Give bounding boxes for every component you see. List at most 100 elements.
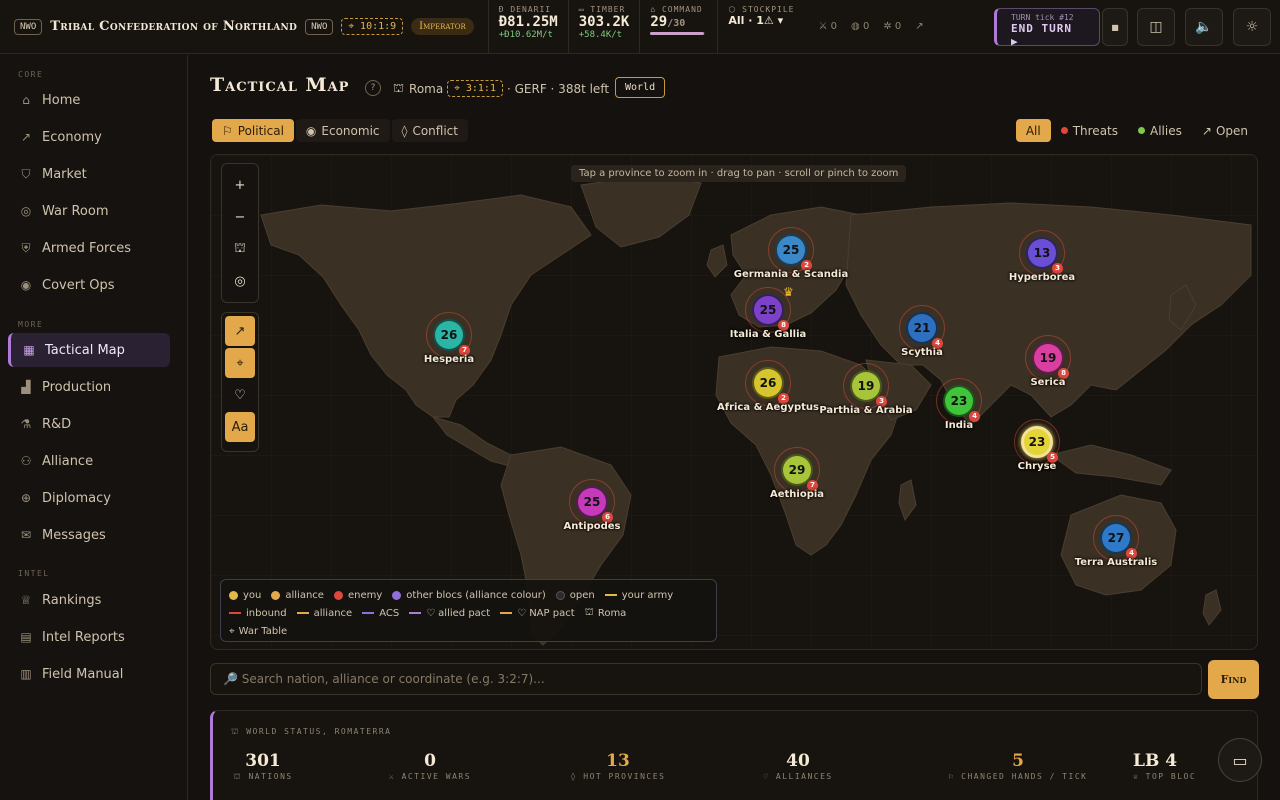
theme-button[interactable]: ☼ bbox=[1233, 8, 1271, 46]
zoom-out-button[interactable]: − bbox=[225, 202, 255, 232]
sidebar-item-label: R&D bbox=[42, 416, 72, 432]
tab-economic[interactable]: ◉ Economic bbox=[295, 119, 390, 142]
sidebar-item-market[interactable]: ⛉ Market bbox=[8, 157, 170, 191]
denarii-income: +Ð10.62M/t bbox=[498, 29, 553, 40]
stat-label: ⛫ NATIONS bbox=[188, 772, 338, 782]
province-name[interactable]: Antipodes bbox=[522, 521, 662, 532]
spies-counter[interactable]: ◍ 0 bbox=[851, 21, 869, 32]
sound-button[interactable]: 🔈 bbox=[1185, 8, 1223, 46]
turn-tick: TURN tick #12 bbox=[1011, 13, 1074, 22]
locate-button[interactable]: ◎ bbox=[225, 266, 255, 296]
stockpile-label-text: STOCKPILE bbox=[742, 4, 795, 14]
province-name[interactable]: India bbox=[889, 420, 1029, 431]
end-turn-label: END TURN ▶ bbox=[1011, 22, 1072, 48]
sidebar-item-messages[interactable]: ✉ Messages bbox=[8, 518, 170, 552]
layout-button[interactable]: ◫ bbox=[1137, 8, 1175, 46]
timber-resource[interactable]: ▭ TIMBER 303.2K +58.4K/t bbox=[567, 0, 640, 54]
legend-allied-pact: ♡ allied pact bbox=[409, 608, 490, 619]
denarii-resource[interactable]: Ð DENARII Ð81.25M +Ð10.62M/t bbox=[487, 0, 568, 54]
minus-icon: − bbox=[234, 209, 246, 225]
legend-swatch bbox=[555, 590, 565, 600]
markers-toggle[interactable]: ⌖ bbox=[225, 348, 255, 378]
nation-name: Tribal Confederation of Northland bbox=[50, 19, 298, 34]
alliance-tag[interactable]: NWO bbox=[305, 18, 334, 35]
province-name[interactable]: Serica bbox=[978, 377, 1118, 388]
sidebar-item-label: Diplomacy bbox=[42, 490, 111, 506]
sidebar-item-intel-reports[interactable]: ▤ Intel Reports bbox=[8, 620, 170, 654]
pacts-toggle[interactable]: ♡ bbox=[225, 380, 255, 410]
sidebar-item-label: Economy bbox=[42, 129, 102, 145]
province-name[interactable]: Parthia & Arabia bbox=[796, 405, 936, 416]
attacks-counter[interactable]: ⚔ 0 bbox=[819, 21, 838, 32]
army-routes-toggle[interactable]: ↗ bbox=[225, 316, 255, 346]
capital-name[interactable]: Roma bbox=[409, 82, 443, 96]
shield-icon: ⛨ bbox=[21, 240, 31, 255]
home-coord[interactable]: ⌖ 10:1:9 bbox=[341, 18, 404, 35]
legend-inbound: inbound bbox=[229, 608, 287, 619]
sidebar-item-rankings[interactable]: ♕ Rankings bbox=[8, 583, 170, 617]
capital-coord[interactable]: ⌖ 3:1:1 bbox=[447, 80, 503, 97]
legend-label: open bbox=[569, 589, 595, 601]
sidebar-item-rnd[interactable]: ⚗ R&D bbox=[8, 407, 170, 441]
sidebar-item-tactical-map[interactable]: ▦ Tactical Map bbox=[8, 333, 170, 367]
sidebar-item-covert-ops[interactable]: ◉ Covert Ops bbox=[8, 268, 170, 302]
sidebar-item-war-room[interactable]: ◎ War Room bbox=[8, 194, 170, 228]
end-turn-button[interactable]: TURN tick #12 END TURN ▶ bbox=[994, 8, 1100, 48]
labels-toggle[interactable]: Aa bbox=[225, 412, 255, 442]
tab-political[interactable]: ⚐ Political bbox=[212, 119, 294, 142]
handshake-icon: ♡ bbox=[763, 772, 770, 781]
outbound-icon[interactable]: ↗ bbox=[915, 21, 923, 32]
zoom-in-button[interactable]: + bbox=[225, 170, 255, 200]
province-name[interactable]: Hesperia bbox=[379, 354, 519, 365]
sidebar-item-production[interactable]: ▟ Production bbox=[8, 370, 170, 404]
sidebar-item-armed-forces[interactable]: ⛨ Armed Forces bbox=[8, 231, 170, 265]
world-button[interactable]: World bbox=[615, 77, 666, 98]
turn-menu-button[interactable]: ■ bbox=[1102, 8, 1128, 46]
tab-label: Conflict bbox=[412, 123, 458, 138]
legend-enemy: enemy bbox=[333, 590, 382, 601]
help-button[interactable]: ? bbox=[365, 80, 381, 96]
filter-all[interactable]: All bbox=[1015, 119, 1051, 142]
find-button[interactable]: Find bbox=[1208, 660, 1259, 699]
chat-icon: ▭ bbox=[1232, 750, 1248, 770]
legend-swatch bbox=[500, 612, 513, 614]
sidebar-item-field-manual[interactable]: ▥ Field Manual bbox=[8, 657, 170, 691]
capital-coord-text: 3:1:1 bbox=[465, 83, 496, 94]
world-map[interactable]: Tap a province to zoom in · drag to pan … bbox=[210, 154, 1258, 650]
alerts-counter[interactable]: ✲ 0 bbox=[883, 21, 901, 32]
arrow-out-icon: ↗ bbox=[1201, 123, 1212, 138]
stat-label: ♡ ALLIANCES bbox=[723, 772, 873, 781]
temple-icon: ⛫ bbox=[393, 80, 405, 95]
sidebar-item-home[interactable]: ⌂ Home bbox=[8, 83, 170, 117]
search-input[interactable] bbox=[223, 672, 1173, 686]
stat-value: 13 bbox=[606, 751, 630, 771]
province-name[interactable]: Scythia bbox=[852, 347, 992, 358]
filter-threats[interactable]: Threats bbox=[1051, 119, 1128, 142]
flame-icon: ◊ bbox=[570, 772, 577, 781]
filter-allies[interactable]: Allies bbox=[1128, 119, 1192, 142]
command-resource[interactable]: ⌂ COMMAND 29/30 bbox=[639, 0, 717, 54]
alerts-count: 0 bbox=[894, 21, 902, 32]
stat-label-text: ALLIANCES bbox=[775, 772, 833, 781]
province-name[interactable]: Italia & Gallia bbox=[698, 329, 838, 340]
province-name[interactable]: Chryse bbox=[967, 461, 1107, 472]
sidebar-item-economy[interactable]: ↗ Economy bbox=[8, 120, 170, 154]
legend-swatch bbox=[229, 612, 241, 614]
province-name[interactable]: Germania & Scandia bbox=[721, 269, 861, 280]
stockpile-resource[interactable]: ⬡ STOCKPILE All · 1⚠ ▾ bbox=[717, 0, 804, 54]
province-name[interactable]: Hyperborea bbox=[972, 272, 1112, 283]
globe-icon: ⊕ bbox=[20, 491, 32, 505]
sidebar-item-alliance[interactable]: ⚇ Alliance bbox=[8, 444, 170, 478]
chat-button[interactable]: ▭ bbox=[1218, 738, 1262, 782]
tab-conflict[interactable]: ◊ Conflict bbox=[391, 119, 468, 142]
sidebar-item-label: Tactical Map bbox=[45, 342, 125, 358]
legend-swatch bbox=[409, 612, 422, 614]
capital-button[interactable]: ⛫ bbox=[225, 234, 255, 264]
province-name[interactable]: Aethiopia bbox=[727, 489, 867, 500]
filter-open[interactable]: ↗ Open bbox=[1192, 119, 1258, 142]
flame-icon: ◊ bbox=[401, 123, 408, 138]
legend-swatch bbox=[296, 612, 309, 614]
sidebar-item-diplomacy[interactable]: ⊕ Diplomacy bbox=[8, 481, 170, 515]
swords-icon: ⚔ bbox=[388, 772, 396, 781]
province-name[interactable]: Terra Australis bbox=[1046, 557, 1186, 568]
